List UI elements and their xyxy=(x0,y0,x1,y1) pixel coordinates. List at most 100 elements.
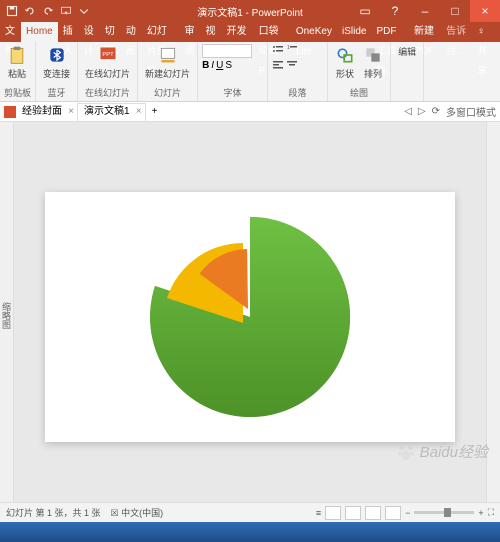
fit-button[interactable]: ⛶ xyxy=(488,507,494,518)
italic-icon[interactable]: I xyxy=(211,60,214,71)
font-box[interactable] xyxy=(202,44,252,58)
online-group-label: 在线幻灯片 xyxy=(82,87,133,99)
group-online-slides: PPT 在线幻灯片 在线幻灯片 xyxy=(78,42,138,101)
drawing-group-label: 绘图 xyxy=(332,87,386,99)
edit-button[interactable]: 编辑 xyxy=(395,44,419,59)
doc-tab-2-label: 演示文稿1 xyxy=(84,103,130,121)
doc-tab-1[interactable]: 经验封面× xyxy=(16,103,77,121)
slide[interactable] xyxy=(45,192,455,442)
language-label: 中文(中国) xyxy=(121,508,163,518)
slideshow-view-button[interactable] xyxy=(385,506,401,520)
menu-tellme[interactable]: 告诉我... xyxy=(441,22,472,42)
menu-design[interactable]: 设计 xyxy=(79,22,100,42)
underline-icon[interactable]: U xyxy=(216,60,223,71)
group-font: B I U S 字体 xyxy=(198,42,268,101)
doc-tab-2[interactable]: 演示文稿1 × xyxy=(77,103,146,121)
workspace: 缩略图 Baidu经验 xyxy=(0,122,500,502)
arrange-icon xyxy=(363,45,383,65)
notes-button[interactable]: ≡ xyxy=(316,508,321,518)
maximize-button[interactable]: □ xyxy=(440,0,470,22)
help-button[interactable]: ? xyxy=(380,0,410,22)
menu-file[interactable]: 文件 xyxy=(0,22,21,42)
menu-pdf[interactable]: PDF工具集 xyxy=(371,22,409,42)
status-bar: 幻灯片 第 1 张，共 1 张 ☒ 中文(中国) ≡ − + ⛶ xyxy=(0,502,500,522)
arrange-button[interactable]: 排列 xyxy=(360,44,386,81)
numbering-icon[interactable]: 1 xyxy=(286,44,298,56)
close-icon[interactable]: × xyxy=(136,103,142,121)
shapes-icon xyxy=(335,45,355,65)
refresh-icon[interactable]: ⟳ xyxy=(432,106,440,117)
menu-pocket[interactable]: 口袋动画 P xyxy=(254,22,291,42)
close-button[interactable]: × xyxy=(470,0,500,22)
minimize-button[interactable]: – xyxy=(410,0,440,22)
menu-dev[interactable]: 开发工具 xyxy=(222,22,254,42)
zoom-out-button[interactable]: − xyxy=(405,508,410,518)
shapes-button[interactable]: 形状 xyxy=(332,44,358,81)
redo-icon[interactable] xyxy=(42,5,54,17)
menu-review[interactable]: 审阅 xyxy=(179,22,200,42)
thumbnail-pane-collapsed[interactable]: 缩略图 xyxy=(0,122,14,502)
menu-view[interactable]: 视图 xyxy=(200,22,221,42)
more-icon[interactable] xyxy=(78,5,90,17)
group-edit: 编辑 xyxy=(391,42,424,101)
menu-insert[interactable]: 插入 xyxy=(58,22,79,42)
zoom-slider[interactable] xyxy=(414,511,474,514)
paste-button[interactable]: 粘贴 xyxy=(4,44,30,81)
doc-tab-tools: ◁ ▷ ⟳ 多窗口模式 xyxy=(404,104,496,119)
normal-view-button[interactable] xyxy=(325,506,341,520)
bluetooth-button[interactable]: 变连接 xyxy=(40,44,73,81)
group-paragraph: 1 段落 xyxy=(268,42,328,101)
bold-icon[interactable]: B xyxy=(202,60,209,71)
align-center-icon[interactable] xyxy=(286,59,298,71)
new-slide-label: 新建幻灯片 xyxy=(145,67,190,80)
ribbon-options-icon[interactable]: ▭ xyxy=(350,0,380,22)
window-controls: ▭ ? – □ × xyxy=(350,0,500,22)
add-tab-button[interactable]: + xyxy=(146,103,173,121)
language-indicator[interactable]: ☒ 中文(中国) xyxy=(111,506,164,519)
clipboard-group-label: 剪贴板 xyxy=(4,87,31,99)
menu-slideshow[interactable]: 幻灯片放映 xyxy=(142,22,180,42)
bt-label: 变连接 xyxy=(43,67,70,80)
align-left-icon[interactable] xyxy=(272,59,284,71)
group-drawing: 形状 排列 绘图 xyxy=(328,42,391,101)
quick-access-toolbar xyxy=(0,5,90,17)
zoom-in-button[interactable]: + xyxy=(478,508,483,518)
pie-chart[interactable] xyxy=(140,207,360,427)
bluetooth-icon xyxy=(47,45,67,65)
bullets-icon[interactable] xyxy=(272,44,284,56)
arrange-label: 排列 xyxy=(364,67,382,80)
slideshow-icon[interactable] xyxy=(60,5,72,17)
sorter-view-button[interactable] xyxy=(345,506,361,520)
reading-view-button[interactable] xyxy=(365,506,381,520)
menu-newpdf[interactable]: 新建PDF xyxy=(409,22,441,42)
group-bluetooth: 变连接 蓝牙 xyxy=(36,42,78,101)
menu-bar: 文件 Home 插入 设计 切换 动画 幻灯片放映 审阅 视图 开发工具 口袋动… xyxy=(0,22,500,42)
thumbnail-label: 缩略图 xyxy=(0,302,13,329)
font-group-label: 字体 xyxy=(202,87,263,99)
menu-islide[interactable]: iSlide xyxy=(337,22,371,42)
close-icon[interactable]: × xyxy=(68,103,74,121)
window-title: 演示文稿1 - PowerPoint xyxy=(197,4,303,19)
scrollbar-v[interactable] xyxy=(486,122,500,502)
new-slide-icon xyxy=(158,45,178,65)
undo-icon[interactable] xyxy=(24,5,36,17)
nav-fwd-icon[interactable]: ▷ xyxy=(418,106,426,117)
nav-back-icon[interactable]: ◁ xyxy=(404,106,412,117)
bt-group-label: 蓝牙 xyxy=(40,87,73,99)
multiwindow-button[interactable]: 多窗口模式 xyxy=(446,104,496,119)
share-button[interactable]: ♀ 共享 xyxy=(472,22,500,42)
online-slides-button[interactable]: PPT 在线幻灯片 xyxy=(82,44,133,81)
menu-transitions[interactable]: 切换 xyxy=(100,22,121,42)
new-slide-button[interactable]: 新建幻灯片 xyxy=(142,44,193,81)
save-icon[interactable] xyxy=(6,5,18,17)
svg-text:1: 1 xyxy=(287,45,290,51)
share-label: 共享 xyxy=(477,46,487,77)
slide-counter: 幻灯片 第 1 张，共 1 张 xyxy=(6,506,101,519)
menu-home[interactable]: Home xyxy=(21,22,58,42)
paragraph-group-label: 段落 xyxy=(272,87,323,99)
pie-slice-green-shade xyxy=(150,217,350,417)
menu-onekey[interactable]: OneKey Lite xyxy=(291,22,337,42)
strike-icon[interactable]: S xyxy=(225,60,232,71)
menu-animations[interactable]: 动画 xyxy=(121,22,142,42)
slide-canvas-area[interactable] xyxy=(14,122,486,502)
